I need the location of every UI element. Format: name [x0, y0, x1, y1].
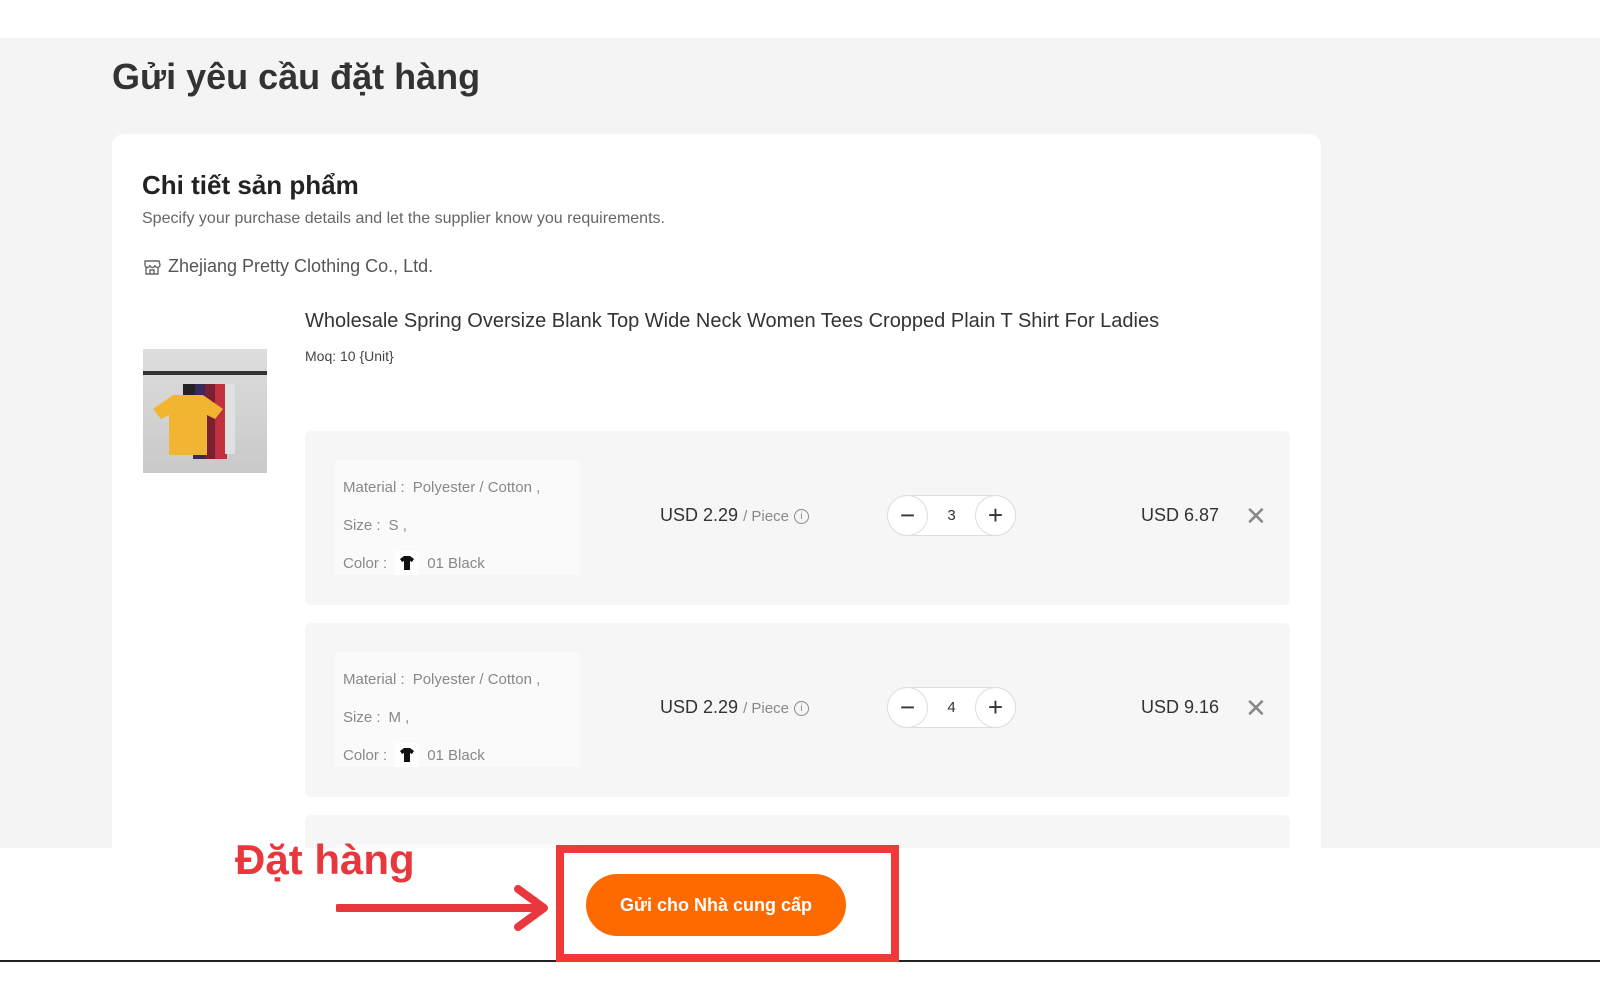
info-icon[interactable]: i — [793, 508, 809, 524]
quantity-stepper: − 3 + — [887, 495, 1016, 536]
increase-button[interactable]: + — [975, 495, 1016, 536]
page-title: Gửi yêu cầu đặt hàng — [112, 56, 481, 97]
decrease-button[interactable]: − — [887, 495, 928, 536]
price-value: USD 2.29 — [660, 697, 739, 717]
quantity-input[interactable]: 3 — [927, 507, 976, 524]
section-subtitle: Specify your purchase details and let th… — [142, 210, 665, 227]
line-total: USD 9.16 — [1141, 697, 1220, 717]
tshirt-swatch-icon — [395, 743, 420, 767]
order-line-row: Material : Polyester / Cotton , Size : M ,… — [305, 623, 1290, 797]
size-value: M , — [388, 708, 410, 726]
quantity-stepper: − 4 + — [887, 687, 1016, 728]
order-line-row: Material : Polyester / Cotton , Size : S ,… — [305, 431, 1290, 605]
material-value: Polyester / Cotton , — [412, 478, 541, 496]
price-value: USD 2.29 — [660, 505, 739, 525]
supplier-name: Zhejiang Pretty Clothing Co., Ltd. — [168, 256, 434, 276]
unit-price: USD 2.29 / Piece i — [660, 505, 809, 526]
product-details-card: Chi tiết sản phẩm Specify your purchase … — [112, 134, 1321, 848]
remove-line-close-icon[interactable]: ✕ — [1245, 501, 1267, 532]
product-title[interactable]: Wholesale Spring Oversize Blank Top Wide… — [305, 310, 1159, 333]
material-value: Polyester / Cotton , — [412, 670, 541, 688]
material-label: Material : — [343, 478, 405, 496]
page-body: Gửi yêu cầu đặt hàng Chi tiết sản phẩm S… — [0, 38, 1600, 848]
price-unit: / Piece — [743, 700, 789, 717]
annotation-arrow-icon — [336, 885, 548, 931]
store-icon — [144, 259, 161, 275]
size-label: Size : — [343, 708, 381, 726]
annotation-label: Đặt hàng — [235, 836, 415, 883]
info-icon[interactable]: i — [793, 700, 809, 716]
unit-price: USD 2.29 / Piece i — [660, 697, 809, 718]
price-unit: / Piece — [743, 508, 789, 525]
supplier[interactable]: Zhejiang Pretty Clothing Co., Ltd. — [142, 256, 433, 277]
order-line-row: Material :Polyester / Cotton , Size :L ,… — [305, 815, 1290, 848]
quantity-input[interactable]: 4 — [927, 699, 976, 716]
variant-specs: Material : Polyester / Cotton , Size : S ,… — [335, 460, 580, 575]
size-label: Size : — [343, 516, 381, 534]
section-title: Chi tiết sản phẩm — [142, 170, 359, 200]
color-value: 01 Black — [427, 554, 485, 572]
color-value: 01 Black — [427, 746, 485, 764]
remove-line-close-icon[interactable]: ✕ — [1245, 693, 1267, 724]
variant-specs: Material : Polyester / Cotton , Size : M ,… — [335, 652, 580, 767]
material-label: Material : — [343, 670, 405, 688]
decrease-button[interactable]: − — [887, 687, 928, 728]
color-label: Color : — [343, 746, 388, 764]
line-total: USD 6.87 — [1141, 505, 1220, 525]
top-bar — [0, 0, 1600, 38]
size-value: S , — [388, 516, 407, 534]
product-image — [143, 349, 267, 473]
increase-button[interactable]: + — [975, 687, 1016, 728]
product-moq: Moq: 10 {Unit} — [305, 348, 394, 364]
color-label: Color : — [343, 554, 388, 572]
tshirt-swatch-icon — [395, 551, 420, 575]
send-to-supplier-button[interactable]: Gửi cho Nhà cung cấp — [586, 874, 846, 936]
